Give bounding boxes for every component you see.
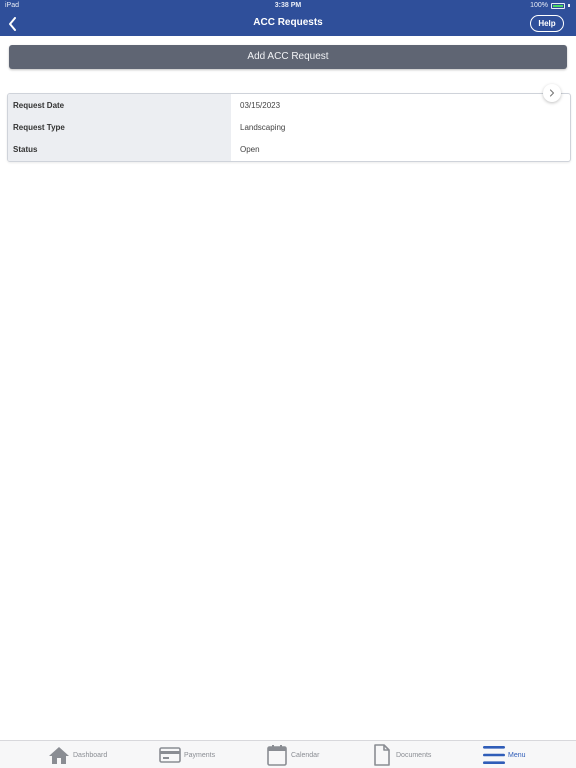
status-row: Status Open (8, 139, 570, 161)
request-type-label: Request Type (8, 117, 231, 139)
page-title: ACC Requests (253, 17, 323, 28)
menu-icon (482, 743, 506, 767)
tab-label-documents: Documents (396, 751, 432, 759)
status-value: Open (240, 145, 260, 154)
battery-percent: 100% (530, 2, 548, 9)
acc-request-card[interactable]: Request Date 03/15/2023 Request Type Lan… (7, 93, 571, 162)
top-bar: iPad 3:38 PM 100% ACC Requests Help (0, 0, 576, 36)
request-type-row: Request Type Landscaping (8, 117, 570, 139)
tab-label-menu: Menu (508, 751, 526, 759)
battery-status: 100% (530, 2, 570, 9)
status-time: 3:38 PM (274, 2, 302, 9)
status-bar: iPad 3:38 PM 100% (0, 0, 576, 12)
credit-card-icon (158, 743, 182, 767)
tab-label-payments: Payments (184, 751, 216, 759)
request-date-label: Request Date (8, 95, 231, 117)
calendar-icon (265, 743, 289, 767)
request-date-row: Request Date 03/15/2023 (8, 95, 570, 117)
battery-fill (553, 4, 563, 7)
status-label: Status (8, 139, 231, 161)
document-icon (370, 743, 394, 767)
tab-bar: Dashboard Payments Calendar Documents Me… (0, 740, 576, 768)
tab-payments[interactable]: Payments (158, 741, 268, 768)
request-date-value: 03/15/2023 (240, 101, 281, 110)
tab-menu[interactable]: Menu (482, 741, 576, 768)
chevron-right-icon (549, 89, 555, 97)
tab-dashboard[interactable]: Dashboard (47, 741, 157, 768)
add-acc-request-button[interactable]: Add ACC Request (9, 45, 567, 69)
tab-label-calendar: Calendar (291, 751, 320, 759)
tab-documents[interactable]: Documents (370, 741, 480, 768)
home-icon (47, 743, 71, 767)
open-request-button[interactable] (543, 84, 561, 102)
nav-bar: ACC Requests Help (0, 12, 576, 36)
battery-tip (568, 4, 570, 7)
tab-calendar[interactable]: Calendar (265, 741, 375, 768)
battery-icon (551, 2, 565, 9)
help-button[interactable]: Help (530, 15, 564, 32)
request-type-value: Landscaping (240, 123, 286, 132)
tab-label-dashboard: Dashboard (73, 751, 108, 759)
